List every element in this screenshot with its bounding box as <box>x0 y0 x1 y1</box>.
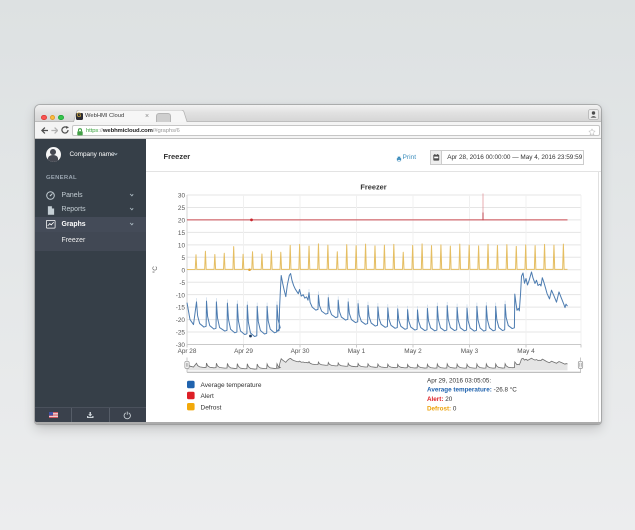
svg-text:0: 0 <box>181 267 185 274</box>
svg-text:Apr 30: Apr 30 <box>291 348 310 355</box>
svg-text:Apr 29: Apr 29 <box>234 348 253 355</box>
svg-text:Defrost: 0: Defrost: 0 <box>427 405 457 412</box>
svg-text:Freezer: Freezer <box>360 183 386 192</box>
svg-text:Defrost: Defrost <box>201 404 222 411</box>
svg-text:-5: -5 <box>179 280 185 287</box>
svg-text:May 3: May 3 <box>461 348 479 355</box>
svg-text:5: 5 <box>181 255 185 262</box>
svg-text:-10: -10 <box>176 292 186 299</box>
svg-text:Alert: Alert <box>201 393 215 400</box>
svg-text:Apr 28: Apr 28 <box>178 348 197 355</box>
svg-text:Average temperature: -26.8 °C: Average temperature: -26.8 °C <box>427 386 517 394</box>
svg-text:25: 25 <box>178 205 186 212</box>
svg-text:10: 10 <box>178 242 186 249</box>
svg-text:30: 30 <box>178 193 186 200</box>
svg-text:-25: -25 <box>176 330 186 337</box>
svg-text:20: 20 <box>178 218 186 225</box>
svg-text:May 1: May 1 <box>348 348 366 355</box>
svg-text:15: 15 <box>178 230 186 237</box>
svg-text:May 2: May 2 <box>404 348 422 355</box>
svg-text:°C: °C <box>151 266 159 274</box>
svg-text:-20: -20 <box>176 317 186 324</box>
svg-text:May 4: May 4 <box>517 348 535 355</box>
svg-text:Apr 29, 2016 03:05:05:: Apr 29, 2016 03:05:05: <box>427 377 491 384</box>
svg-text:Average temperature: Average temperature <box>201 382 262 389</box>
svg-text:-15: -15 <box>176 305 186 312</box>
svg-text:Alert: 20: Alert: 20 <box>427 396 453 403</box>
